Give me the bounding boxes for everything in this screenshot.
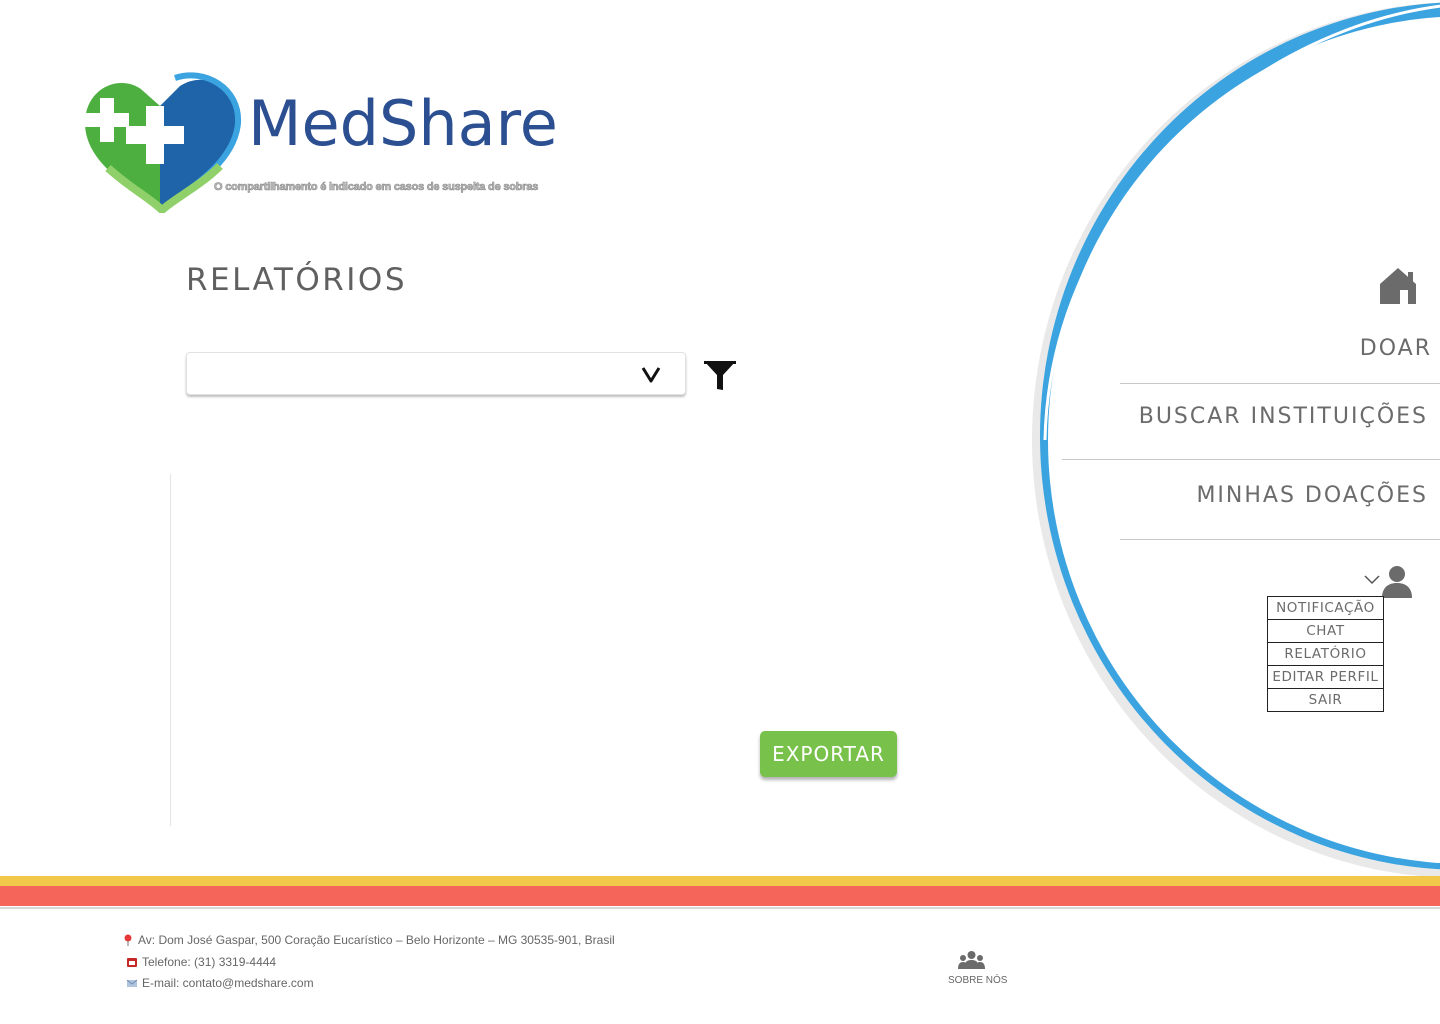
menu-item-editar-perfil[interactable]: EDITAR PERFIL bbox=[1267, 665, 1384, 688]
nav-divider bbox=[1062, 459, 1440, 460]
footer-stripe-yellow bbox=[0, 876, 1440, 886]
footer-address: Av: Dom José Gaspar, 500 Coração Eucarís… bbox=[122, 933, 615, 947]
email-icon bbox=[126, 979, 138, 987]
footer-address-text: Av: Dom José Gaspar, 500 Coração Eucarís… bbox=[138, 933, 615, 947]
brand-name: MedShare bbox=[248, 87, 558, 160]
menu-item-chat[interactable]: CHAT bbox=[1267, 619, 1384, 642]
nav-item-minhas-doacoes[interactable]: MINHAS DOAÇÕES bbox=[1196, 483, 1428, 508]
page-title: RELATÓRIOS bbox=[186, 262, 408, 298]
footer-email-text: E-mail: contato@medshare.com bbox=[142, 976, 314, 990]
user-menu-chevron-icon[interactable] bbox=[1363, 573, 1381, 587]
chevron-down-icon[interactable] bbox=[640, 363, 662, 385]
menu-item-sair[interactable]: SAIR bbox=[1267, 688, 1384, 712]
nav-divider bbox=[1120, 539, 1440, 540]
footer-email: E-mail: contato@medshare.com bbox=[126, 976, 314, 990]
filter-icon[interactable] bbox=[703, 359, 737, 393]
phone-icon bbox=[127, 958, 137, 967]
brand-slogan: O compartilhamento é indicado em casos d… bbox=[214, 181, 539, 194]
team-icon[interactable] bbox=[958, 950, 985, 970]
report-select[interactable] bbox=[186, 352, 686, 395]
location-pin-icon bbox=[124, 934, 132, 946]
nav-divider bbox=[1120, 383, 1440, 384]
home-icon[interactable] bbox=[1378, 266, 1418, 306]
footer-phone: Telefone: (31) 3319-4444 bbox=[126, 955, 276, 969]
nav-item-buscar-instituicoes[interactable]: BUSCAR INSTITUIÇÕES bbox=[1139, 404, 1428, 429]
report-area-divider bbox=[170, 474, 171, 826]
menu-item-relatorio[interactable]: RELATÓRIO bbox=[1267, 642, 1384, 665]
nav-item-doar[interactable]: DOAR bbox=[1360, 336, 1432, 361]
user-avatar-icon[interactable] bbox=[1380, 564, 1414, 598]
export-button[interactable]: EXPORTAR bbox=[760, 731, 897, 777]
user-dropdown-menu: NOTIFICAÇÃO CHAT RELATÓRIO EDITAR PERFIL… bbox=[1267, 596, 1384, 712]
footer-phone-text: Telefone: (31) 3319-4444 bbox=[142, 955, 277, 969]
nav-circle-background bbox=[1032, 2, 1440, 878]
about-us-link[interactable]: SOBRE NÓS bbox=[948, 975, 1007, 986]
footer-stripe-red bbox=[0, 886, 1440, 906]
footer-divider bbox=[0, 907, 1440, 909]
menu-item-notificacao[interactable]: NOTIFICAÇÃO bbox=[1267, 596, 1384, 619]
